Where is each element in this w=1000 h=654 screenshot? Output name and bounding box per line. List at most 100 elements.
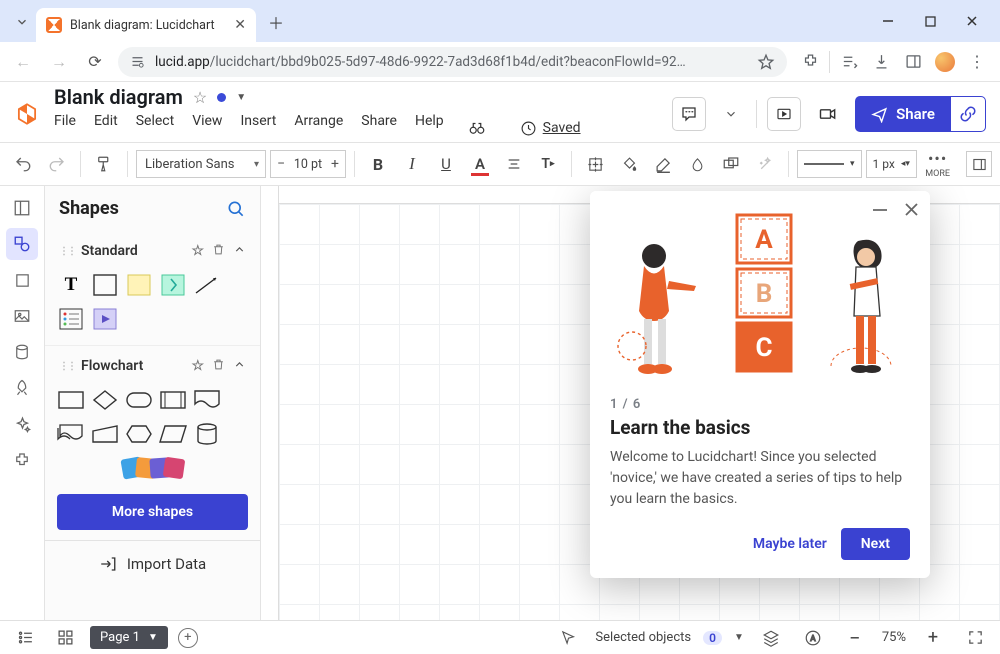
share-link-button[interactable] [950, 96, 986, 132]
rail-shapes-icon[interactable] [6, 228, 38, 260]
close-tip-icon[interactable] [905, 203, 918, 217]
document-title[interactable]: Blank diagram [54, 85, 183, 109]
rail-plugin-icon[interactable] [6, 444, 38, 476]
right-panel-toggle[interactable] [966, 151, 992, 177]
minimize-tip-icon[interactable] [873, 203, 887, 217]
doc-menu-caret[interactable]: ▼ [236, 92, 246, 103]
magic-button[interactable] [750, 149, 780, 179]
add-page-button[interactable]: + [178, 628, 198, 648]
shape-process[interactable] [57, 386, 85, 414]
menu-arrange[interactable]: Arrange [294, 113, 343, 143]
text-color-button[interactable]: A [465, 149, 495, 179]
format-painter-button[interactable] [89, 149, 119, 179]
font-size-plus[interactable]: + [325, 151, 345, 177]
binoculars-icon[interactable] [462, 113, 492, 143]
back-button[interactable]: ← [10, 49, 36, 75]
comment-dropdown[interactable] [716, 99, 746, 129]
grid-view-icon[interactable] [50, 623, 80, 653]
section-flowchart-header[interactable]: ⋮⋮ Flowchart ☆ [57, 352, 248, 380]
more-tools-button[interactable]: ••• MORE [925, 149, 956, 179]
align-button[interactable] [499, 149, 529, 179]
window-maximize[interactable] [910, 6, 950, 36]
present-button[interactable] [767, 97, 801, 131]
menu-select[interactable]: Select [136, 113, 174, 143]
shape-multidoc[interactable] [57, 420, 85, 448]
rail-container-icon[interactable] [6, 264, 38, 296]
rail-panels-icon[interactable] [6, 192, 38, 224]
shape-text[interactable]: T [57, 271, 85, 299]
playlist-icon[interactable] [836, 49, 862, 75]
menu-help[interactable]: Help [415, 113, 444, 143]
close-tab-icon[interactable]: ✕ [234, 17, 246, 33]
italic-button[interactable]: I [397, 149, 427, 179]
shape-style-button[interactable] [716, 149, 746, 179]
font-family-select[interactable]: Liberation Sans [136, 150, 266, 178]
shape-note[interactable] [125, 271, 153, 299]
browser-tab[interactable]: Blank diagram: Lucidchart ✕ [36, 8, 256, 42]
comment-button[interactable] [672, 97, 706, 131]
shape-decision[interactable] [91, 386, 119, 414]
outline-view-icon[interactable] [10, 623, 40, 653]
font-size-value[interactable]: 10 pt [291, 157, 325, 172]
saved-indicator[interactable]: Saved [520, 113, 581, 143]
trash-icon[interactable] [212, 358, 225, 374]
shape-terminator[interactable] [125, 386, 153, 414]
font-size-minus[interactable]: − [271, 151, 291, 177]
shape-media[interactable] [91, 305, 119, 333]
zoom-in-button[interactable]: + [918, 623, 948, 653]
shape-manual-input[interactable] [91, 420, 119, 448]
search-shapes-icon[interactable] [226, 199, 246, 219]
position-button[interactable] [580, 149, 610, 179]
section-standard-header[interactable]: ⋮⋮ Standard ☆ [57, 237, 248, 265]
menu-file[interactable]: File [54, 113, 76, 143]
profile-avatar[interactable] [932, 49, 958, 75]
shape-hexagon[interactable] [125, 420, 153, 448]
share-button[interactable]: Share [855, 96, 951, 132]
shape-database[interactable] [193, 420, 221, 448]
border-color-button[interactable] [648, 149, 678, 179]
pin-icon[interactable]: ☆ [191, 243, 204, 259]
opacity-button[interactable] [682, 149, 712, 179]
address-bar[interactable]: lucid.app/lucidchart/bbd9b025-5d97-48d6-… [118, 47, 787, 77]
menu-insert[interactable]: Insert [240, 113, 276, 143]
text-options-button[interactable]: T▸ [533, 149, 563, 179]
shape-data[interactable] [159, 420, 187, 448]
line-style-select[interactable]: ▾ [797, 150, 862, 178]
zoom-out-button[interactable]: − [840, 623, 870, 653]
bold-button[interactable]: B [363, 149, 393, 179]
menu-share[interactable]: Share [361, 113, 397, 143]
shape-list[interactable] [57, 305, 85, 333]
shape-arrow-line[interactable] [193, 271, 221, 299]
bookmark-icon[interactable] [757, 53, 775, 71]
window-minimize[interactable] [868, 6, 908, 36]
collapse-icon[interactable] [233, 358, 246, 374]
line-weight-select[interactable]: 1 px◂▾ [866, 150, 917, 178]
selection-mode-icon[interactable] [553, 623, 583, 653]
menu-edit[interactable]: Edit [94, 113, 118, 143]
extensions-icon[interactable] [797, 49, 823, 75]
reload-button[interactable]: ⟳ [82, 49, 108, 75]
lucid-logo[interactable] [14, 101, 40, 127]
selected-dropdown[interactable]: ▼ [734, 632, 744, 643]
rail-rocket-icon[interactable] [6, 372, 38, 404]
chrome-menu-icon[interactable]: ⋮ [964, 49, 990, 75]
more-shapes-button[interactable]: More shapes [57, 494, 248, 530]
page-selector[interactable]: Page 1 ▼ [90, 626, 168, 649]
redo-button[interactable] [42, 149, 72, 179]
shape-predefined[interactable] [159, 386, 187, 414]
trash-icon[interactable] [212, 243, 225, 259]
fullscreen-button[interactable] [960, 623, 990, 653]
undo-button[interactable] [8, 149, 38, 179]
window-close[interactable] [952, 6, 992, 36]
zoom-level[interactable]: 75% [882, 630, 906, 645]
menu-view[interactable]: View [192, 113, 222, 143]
tab-search-dropdown[interactable] [8, 8, 36, 36]
rail-data-icon[interactable] [6, 336, 38, 368]
shape-block[interactable] [91, 271, 119, 299]
video-button[interactable] [811, 97, 845, 131]
downloads-icon[interactable] [868, 49, 894, 75]
new-tab-button[interactable]: ＋ [262, 8, 290, 36]
collapse-icon[interactable] [233, 243, 246, 259]
import-data-button[interactable]: Import Data [45, 540, 260, 587]
underline-button[interactable]: U [431, 149, 461, 179]
